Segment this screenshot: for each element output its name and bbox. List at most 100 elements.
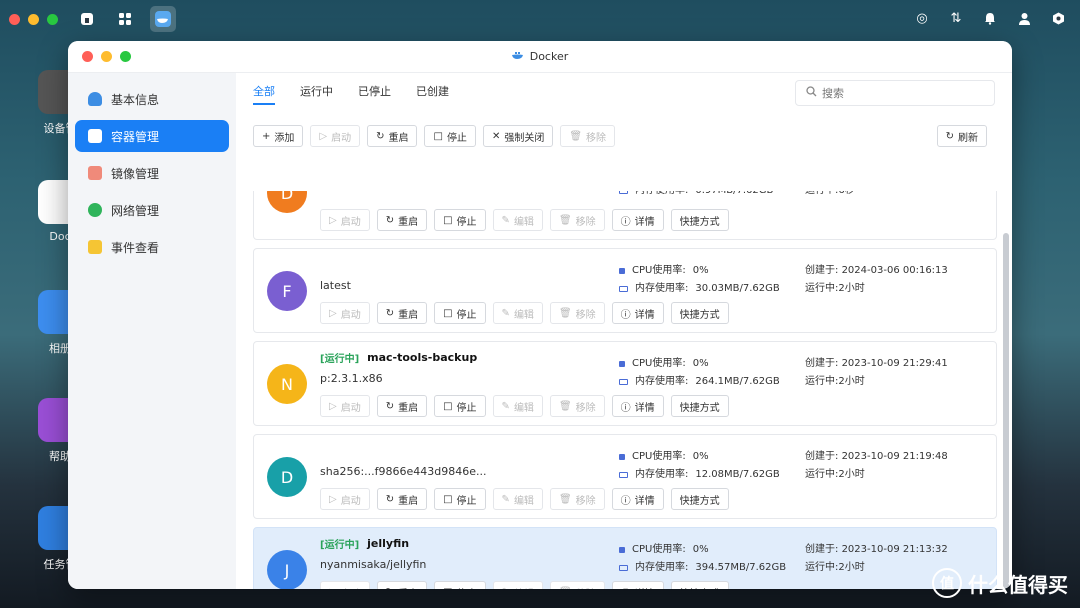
card-remove-button[interactable]: 🗑移除 <box>549 395 605 417</box>
card-edit-button[interactable]: ✎编辑 <box>492 302 543 324</box>
card-edit-button[interactable]: ✎编辑 <box>492 209 543 231</box>
card-edit-button[interactable]: ✎编辑 <box>492 581 543 590</box>
box-icon <box>88 129 102 143</box>
card-stop-button[interactable]: □停止 <box>434 395 486 417</box>
container-stats: CPU使用率: 0% 内存使用率: 394.57MB/7.62GB <box>619 541 786 577</box>
card-shortcut-button[interactable]: 快捷方式 <box>670 302 729 324</box>
sidebar-item-label: 基本信息 <box>111 92 160 107</box>
edit-icon: ✎ <box>502 587 510 590</box>
restart-icon: ↻ <box>385 214 395 226</box>
card-stop-button[interactable]: □停止 <box>434 581 486 589</box>
card-details-button[interactable]: ⓘ详情 <box>611 488 664 510</box>
card-details-button[interactable]: ⓘ详情 <box>611 581 664 589</box>
card-stop-button[interactable]: □停止 <box>434 302 486 324</box>
card-remove-button[interactable]: 🗑移除 <box>549 302 605 324</box>
container-name-row: [运行中] jellyfin <box>320 536 409 551</box>
add-button[interactable]: + 添加 <box>253 125 304 147</box>
card-start-button[interactable]: ▷启动 <box>320 488 370 510</box>
mem-value: 0.97MB/7.62GB <box>695 191 773 200</box>
minimize-dot[interactable] <box>28 13 39 25</box>
card-remove-button[interactable]: 🗑移除 <box>549 581 605 589</box>
card-restart-button[interactable]: ↻重启 <box>376 209 428 231</box>
card-shortcut-button[interactable]: 快捷方式 <box>670 488 729 510</box>
play-icon: ▷ <box>329 307 337 319</box>
created-value: 2023-10-09 21:19:48 <box>841 451 948 462</box>
network-icon[interactable]: ◎ <box>912 8 932 28</box>
card-shortcut-button[interactable]: 快捷方式 <box>670 581 729 589</box>
container-card[interactable]: D 内存使用率: 0.97MB/7.62GB 运行中:6秒 ▷启动 ↻重启 □停止 ✎编辑… <box>253 191 997 240</box>
created-value: 2023-10-09 21:29:41 <box>841 358 948 369</box>
home-icon[interactable] <box>74 6 100 32</box>
force-close-button[interactable]: ✕ 强制关闭 <box>482 125 554 147</box>
container-card[interactable]: F latest CPU使用率: 0% 内存使用率: 30.03MB/7.62GB … <box>253 248 997 333</box>
settings-hex-icon[interactable] <box>1048 8 1068 28</box>
tab-all[interactable]: 全部 <box>253 73 275 111</box>
cpu-icon <box>619 547 625 553</box>
sidebar-item-event-viewer[interactable]: 事件查看 <box>75 231 229 263</box>
container-card[interactable]: D sha256:...f9866e443d9846e... CPU使用率: 0%… <box>253 434 997 519</box>
card-edit-button[interactable]: ✎编辑 <box>492 395 543 417</box>
bell-icon[interactable] <box>980 8 1000 28</box>
card-shortcut-button[interactable]: 快捷方式 <box>670 395 729 417</box>
card-actions: ▷启动 ↻重启 □停止 ✎编辑 🗑移除 ⓘ详情 快捷方式 <box>320 488 729 510</box>
start-button[interactable]: ▷ 启动 <box>310 125 361 147</box>
search-input[interactable] <box>822 86 982 100</box>
card-restart-label: 重启 <box>398 216 419 228</box>
uptime-value: 2小时 <box>838 376 865 387</box>
cpu-label: CPU使用率: <box>632 265 686 276</box>
cpu-icon <box>619 361 625 367</box>
card-start-button[interactable]: ▷启动 <box>320 209 370 231</box>
transfer-icon[interactable]: ⇅ <box>946 8 966 28</box>
docker-app-icon[interactable] <box>150 6 176 32</box>
card-restart-button[interactable]: ↻重启 <box>376 395 428 417</box>
card-stop-button[interactable]: □停止 <box>434 209 486 231</box>
refresh-button[interactable]: ↻ 刷新 <box>936 125 987 147</box>
card-start-label: 启动 <box>340 402 361 414</box>
maximize-dot[interactable] <box>47 13 58 25</box>
search-box[interactable] <box>795 80 995 106</box>
sidebar-item-basic-info[interactable]: 基本信息 <box>75 83 229 115</box>
card-edit-button[interactable]: ✎编辑 <box>492 488 543 510</box>
card-start-label: 启动 <box>340 495 361 507</box>
card-details-button[interactable]: ⓘ详情 <box>611 302 664 324</box>
card-details-button[interactable]: ⓘ详情 <box>611 395 664 417</box>
window-titlebar[interactable]: Docker <box>68 41 1012 73</box>
card-shortcut-button[interactable]: 快捷方式 <box>670 209 729 231</box>
created-label: 创建于: <box>805 358 839 369</box>
cpu-value: 0% <box>692 544 709 555</box>
card-start-button[interactable]: ▷启动 <box>320 302 370 324</box>
card-remove-label: 移除 <box>575 309 596 321</box>
user-icon[interactable] <box>1014 8 1034 28</box>
container-image: p:2.3.1.x86 <box>320 372 383 385</box>
card-details-button[interactable]: ⓘ详情 <box>611 209 664 231</box>
restart-label: 重启 <box>388 132 409 144</box>
card-start-button[interactable]: ▷启动 <box>320 581 370 589</box>
card-restart-button[interactable]: ↻重启 <box>376 488 428 510</box>
sidebar-item-network-management[interactable]: 网络管理 <box>75 194 229 226</box>
sidebar-item-container-management[interactable]: 容器管理 <box>75 120 229 152</box>
sidebar-item-image-management[interactable]: 镜像管理 <box>75 157 229 189</box>
card-stop-button[interactable]: □停止 <box>434 488 486 510</box>
card-start-label: 启动 <box>340 216 361 228</box>
card-details-label: 详情 <box>634 309 655 321</box>
cpu-value: 0% <box>692 265 709 276</box>
card-shortcut-label: 快捷方式 <box>679 402 720 414</box>
close-dot[interactable] <box>9 13 20 25</box>
card-restart-button[interactable]: ↻重启 <box>376 302 428 324</box>
stop-icon: □ <box>433 130 443 142</box>
card-start-label: 启动 <box>340 309 361 321</box>
scrollbar[interactable] <box>1003 233 1009 589</box>
container-card[interactable]: N [运行中] mac-tools-backup p:2.3.1.x86 CPU使… <box>253 341 997 426</box>
container-card[interactable]: J [运行中] jellyfin nyanmisaka/jellyfin CPU使… <box>253 527 997 589</box>
stop-button[interactable]: □ 停止 <box>424 125 476 147</box>
card-remove-button[interactable]: 🗑移除 <box>549 488 605 510</box>
tab-created[interactable]: 已创建 <box>416 73 449 111</box>
card-start-button[interactable]: ▷启动 <box>320 395 370 417</box>
card-remove-button[interactable]: 🗑移除 <box>549 209 605 231</box>
tab-stopped[interactable]: 已停止 <box>358 73 391 111</box>
remove-button[interactable]: 🗑 移除 <box>560 125 616 147</box>
card-restart-button[interactable]: ↻重启 <box>376 581 428 589</box>
tab-running[interactable]: 运行中 <box>300 73 333 111</box>
apps-grid-icon[interactable] <box>112 6 138 32</box>
restart-button[interactable]: ↻ 重启 <box>367 125 418 147</box>
